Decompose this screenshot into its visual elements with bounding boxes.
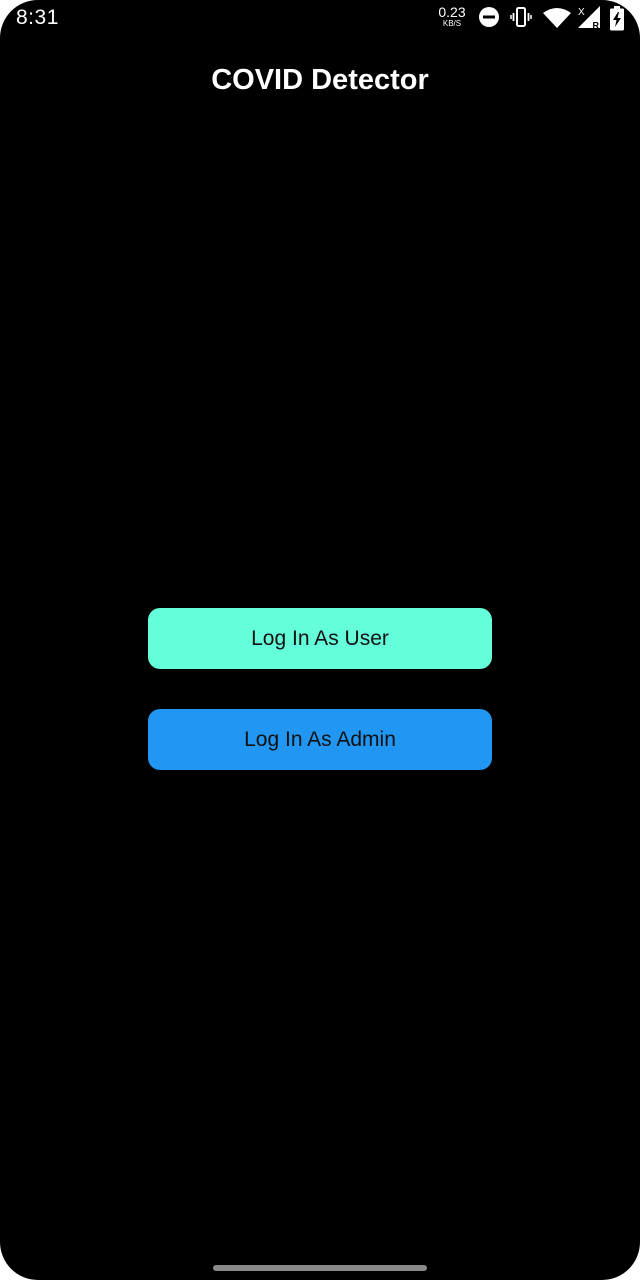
login-as-admin-button[interactable]: Log In As Admin [148,709,492,770]
status-bar: 8:31 0.23 KB/S X R [0,0,640,40]
network-badge: X [578,7,585,18]
cell-signal-icon: X R [576,4,602,35]
vibrate-icon [510,6,532,33]
network-speed-unit: KB/S [442,19,462,28]
phone-screen: 8:31 0.23 KB/S X R COVID Detector Log In… [0,0,640,1280]
home-indicator[interactable] [213,1265,427,1271]
status-time: 8:31 [16,6,59,29]
network-speed-value: 0.23 [438,4,466,20]
battery-charging-icon [609,6,625,37]
login-as-user-button[interactable]: Log In As User [148,608,492,669]
roaming-badge: R [593,21,600,31]
network-speed: 0.23 KB/S [436,5,468,28]
do-not-disturb-icon [478,6,500,33]
app-title: COVID Detector [211,64,429,96]
wifi-icon [542,7,572,34]
